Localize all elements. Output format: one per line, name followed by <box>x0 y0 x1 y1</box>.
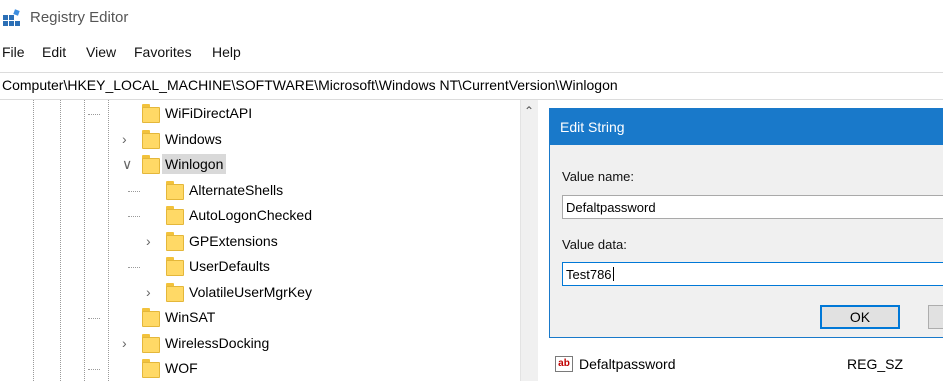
tree-item-label[interactable]: Winlogon <box>162 154 227 174</box>
menu-edit[interactable]: Edit <box>42 44 66 60</box>
tree-item-label[interactable]: UserDefaults <box>186 256 273 276</box>
chevron-right-icon[interactable]: › <box>122 130 136 148</box>
ok-button[interactable]: OK <box>820 305 900 329</box>
cancel-button[interactable] <box>928 305 943 329</box>
key-tree: WiFiDirectAPI › Windows ∨ Winlogon AlternateS… <box>0 100 520 381</box>
value-name-field: Defaltpassword <box>562 195 943 219</box>
tree-item[interactable]: WiFiDirectAPI <box>0 102 520 126</box>
folder-icon <box>166 257 184 276</box>
dialog-title: Edit String <box>560 119 625 135</box>
folder-icon <box>142 129 160 149</box>
menu-view[interactable]: View <box>86 44 116 60</box>
tree-item-label[interactable]: WOF <box>162 358 201 378</box>
string-value-icon: ab <box>555 356 573 372</box>
tree-connector <box>88 318 100 319</box>
chevron-right-icon[interactable]: › <box>122 334 136 352</box>
value-data-label: Value data: <box>562 237 627 252</box>
value-list-row[interactable]: ab Defaltpassword REG_SZ <box>549 352 943 378</box>
folder-icon <box>142 104 160 123</box>
tree-item[interactable]: AutoLogonChecked <box>0 204 520 228</box>
value-data-input[interactable]: Test786 <box>562 262 943 286</box>
tree-item-label[interactable]: WirelessDocking <box>162 333 272 353</box>
folder-icon <box>142 308 160 327</box>
folder-icon <box>142 359 160 378</box>
tree-item-label[interactable]: WiFiDirectAPI <box>162 103 255 123</box>
tree-item[interactable]: UserDefaults <box>0 255 520 279</box>
tree-item[interactable]: WOF <box>0 357 520 381</box>
registry-icon <box>3 9 20 26</box>
value-name-label: Value name: <box>562 169 635 184</box>
value-data-text[interactable]: Test786 <box>566 267 612 282</box>
tree-item[interactable]: › VolatileUserMgrKey <box>0 281 520 305</box>
value-row-name: Defaltpassword <box>579 356 676 372</box>
tree-scrollbar[interactable]: ⌃ <box>520 100 539 381</box>
tree-item[interactable]: › WirelessDocking <box>0 332 520 356</box>
value-name-text: Defaltpassword <box>566 200 656 215</box>
tree-connector <box>88 369 100 370</box>
tree-item-label[interactable]: Windows <box>162 129 225 149</box>
scroll-up-arrow-icon[interactable]: ⌃ <box>524 104 534 118</box>
tree-item-label[interactable]: GPExtensions <box>186 231 281 251</box>
window-title: Registry Editor <box>30 9 129 26</box>
menu-bar: File Edit View Favorites Help <box>0 40 943 66</box>
folder-icon <box>166 231 184 251</box>
tree-item-label[interactable]: AutoLogonChecked <box>186 205 315 225</box>
tree-connector <box>128 267 140 268</box>
title-bar: Registry Editor <box>0 0 943 36</box>
menu-help[interactable]: Help <box>212 44 241 60</box>
tree-item[interactable]: ∨ Winlogon <box>0 153 520 177</box>
folder-icon <box>142 333 160 353</box>
chevron-right-icon[interactable]: › <box>146 283 160 301</box>
menu-file[interactable]: File <box>2 44 25 60</box>
folder-icon <box>166 282 184 302</box>
tree-connector <box>128 190 140 192</box>
tree-connector <box>88 114 100 115</box>
tree-item[interactable]: › Windows <box>0 128 520 152</box>
text-caret <box>612 267 614 281</box>
tree-item-label[interactable]: AlternateShells <box>186 180 286 200</box>
edit-string-dialog: Edit String Value name: Defaltpassword V… <box>549 108 943 338</box>
chevron-down-icon[interactable]: ∨ <box>122 155 136 173</box>
dialog-title-bar[interactable]: Edit String <box>550 109 943 145</box>
folder-icon <box>142 155 160 174</box>
folder-icon <box>166 180 184 200</box>
tree-item[interactable]: WinSAT <box>0 306 520 330</box>
tree-item[interactable]: › GPExtensions <box>0 230 520 254</box>
tree-item[interactable]: AlternateShells <box>0 179 520 203</box>
address-bar[interactable]: Computer\HKEY_LOCAL_MACHINE\SOFTWARE\Mic… <box>0 72 943 100</box>
address-path[interactable]: Computer\HKEY_LOCAL_MACHINE\SOFTWARE\Mic… <box>2 77 618 93</box>
tree-item-label[interactable]: VolatileUserMgrKey <box>186 282 315 302</box>
tree-connector <box>128 216 140 217</box>
tree-item-label[interactable]: WinSAT <box>162 307 218 327</box>
value-row-type: REG_SZ <box>847 356 904 372</box>
folder-icon <box>166 206 184 225</box>
chevron-right-icon[interactable]: › <box>146 232 160 250</box>
menu-favorites[interactable]: Favorites <box>134 44 192 60</box>
